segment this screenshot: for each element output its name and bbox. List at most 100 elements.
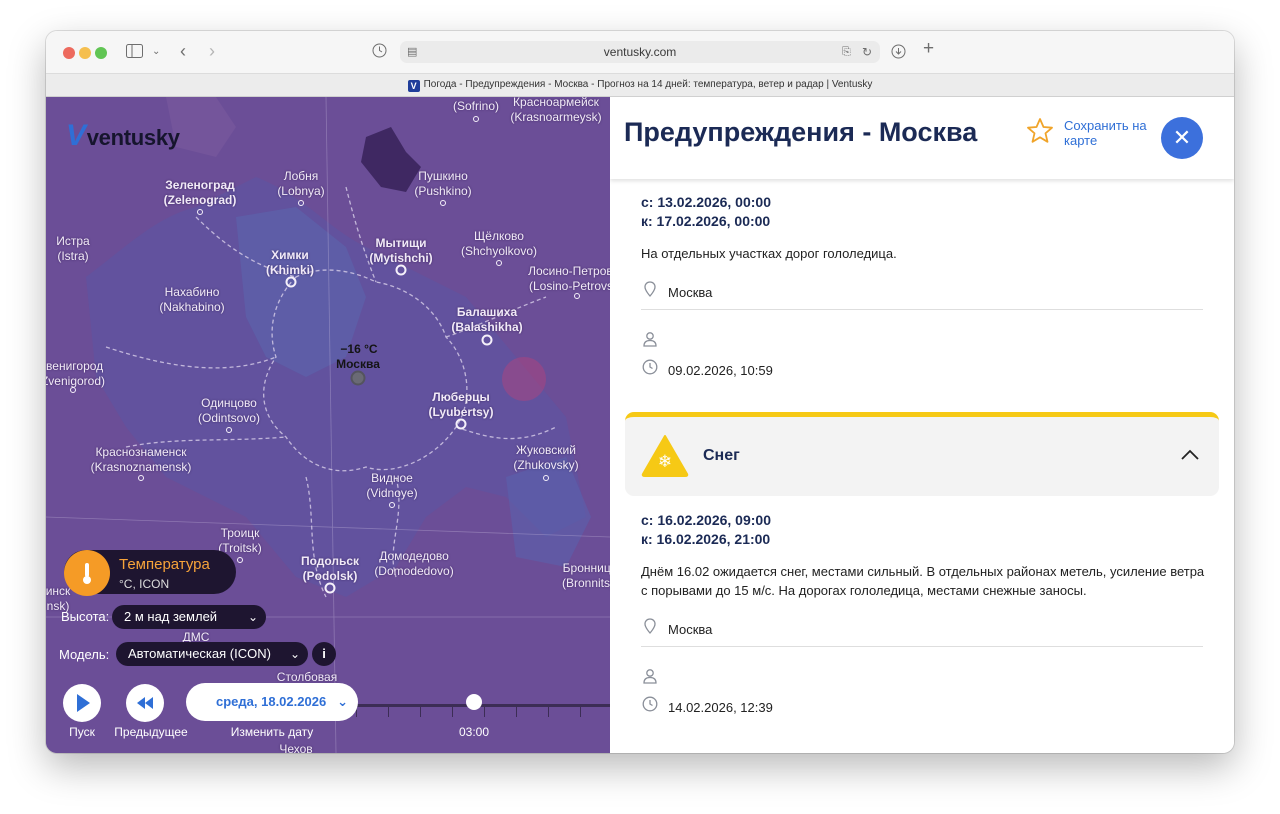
city-marker-zvenigorod[interactable] bbox=[70, 387, 76, 393]
city-marker-balashikha[interactable] bbox=[481, 334, 493, 346]
city-marker-vidnoye[interactable] bbox=[389, 502, 395, 508]
city-label-sofrino[interactable]: (Sofrino) bbox=[453, 99, 499, 114]
chevron-up-icon[interactable] bbox=[1181, 448, 1199, 466]
warning1-issued: 09.02.2026, 10:59 bbox=[641, 359, 773, 378]
city-label-zhukovsky[interactable]: Жуковский (Zhukovsky) bbox=[513, 443, 578, 473]
layer-name: Температура bbox=[119, 556, 210, 573]
moscow-marker[interactable] bbox=[350, 370, 366, 386]
star-icon[interactable] bbox=[1026, 117, 1054, 150]
new-tab-icon[interactable]: + bbox=[923, 39, 934, 58]
clock-icon bbox=[641, 359, 659, 378]
save-to-map-link[interactable]: Сохранить на карте bbox=[1064, 118, 1154, 148]
weather-map[interactable]: Vventusky (Sofrino) Красноармейск (Krasnoa… bbox=[46, 97, 610, 753]
browser-window: ⌄ ‹ › ▤ ventusky.com ⎘ ↻ + V Погода - Пре… bbox=[46, 31, 1234, 753]
layer-selector[interactable]: Температура °C, ICON bbox=[64, 550, 236, 596]
previous-button[interactable] bbox=[126, 684, 164, 722]
chevron-down-icon: ⌄ bbox=[289, 647, 300, 661]
city-label-losino[interactable]: Лосино-Петровск(Losino-Petrovsk) bbox=[528, 264, 610, 294]
close-window-button[interactable] bbox=[63, 47, 75, 59]
city-label-podolsk[interactable]: Подольск (Podolsk) bbox=[301, 554, 359, 584]
moscow-temp: −16 °C bbox=[340, 342, 378, 356]
date-picker[interactable]: среда, 18.02.2026 ⌄ bbox=[186, 683, 358, 721]
warning2-from: с: 16.02.2026, 09:00 bbox=[641, 512, 771, 528]
play-label: Пуск bbox=[69, 725, 95, 739]
city-marker-sofrino[interactable] bbox=[473, 116, 479, 122]
city-marker-shchyolkovo[interactable] bbox=[496, 260, 502, 266]
thermometer-icon bbox=[64, 550, 110, 596]
page-title: Предупреждения - Москва bbox=[624, 117, 978, 147]
city-label-chekhov[interactable]: Чехов bbox=[279, 742, 312, 753]
forward-icon[interactable]: › bbox=[209, 42, 215, 60]
close-panel-button[interactable]: ✕ bbox=[1161, 117, 1203, 159]
play-button[interactable] bbox=[63, 684, 101, 722]
city-label-balashikha[interactable]: Балашиха (Balashikha) bbox=[451, 305, 522, 335]
city-label-troitsk[interactable]: Троицк (Troitsk) bbox=[218, 526, 262, 556]
ventusky-favicon-icon: V bbox=[407, 80, 420, 92]
city-label-mytishchi[interactable]: Мытищи (Mytishchi) bbox=[369, 236, 432, 266]
info-icon[interactable]: i bbox=[312, 642, 336, 666]
city-label-lyubertsy[interactable]: Люберцы (Lyubertsy) bbox=[429, 390, 494, 420]
city-label-odintsovo[interactable]: Одинцово (Odintsovo) bbox=[198, 396, 260, 426]
back-icon[interactable]: ‹ bbox=[180, 42, 186, 60]
tab-title: Погода - Предупреждения - Москва - Прогн… bbox=[423, 79, 873, 90]
sidebar-toggle-icon[interactable] bbox=[126, 44, 143, 62]
city-label-vidnoye[interactable]: Видное (Vidnoye) bbox=[366, 471, 417, 501]
city-marker-lobnya[interactable] bbox=[298, 200, 304, 206]
warning2-to: к: 16.02.2026, 21:00 bbox=[641, 531, 771, 547]
timeline-ticks bbox=[356, 707, 610, 717]
warning1-location: Москва bbox=[641, 281, 712, 300]
city-label-domodedovo[interactable]: Домодедово (Domodedovo) bbox=[374, 549, 453, 579]
downloads-icon[interactable] bbox=[891, 44, 906, 63]
city-marker-troitsk[interactable] bbox=[237, 557, 243, 563]
timeline-handle[interactable] bbox=[466, 694, 482, 710]
city-label-shchyolkovo[interactable]: Щёлково (Shchyolkovo) bbox=[461, 229, 537, 259]
warning2-header[interactable]: ❄ Снег bbox=[625, 412, 1219, 496]
city-label-nakhabino[interactable]: Нахабино (Nakhabino) bbox=[159, 285, 224, 315]
city-marker-losino[interactable] bbox=[574, 293, 580, 299]
city-label-bronnitsy[interactable]: Бронницы(Bronnitsy) bbox=[562, 561, 610, 591]
city-marker-zhukovsky[interactable] bbox=[543, 475, 549, 481]
warning1-text: На отдельных участках дорог гололедица. bbox=[641, 246, 897, 261]
layer-units: °C, ICON bbox=[119, 577, 170, 591]
city-marker-krasnoznamensk[interactable] bbox=[138, 475, 144, 481]
city-label-zelenograd[interactable]: Зеленоград (Zelenograd) bbox=[164, 178, 237, 208]
translate-icon[interactable]: ⎘ bbox=[842, 44, 851, 60]
minimize-window-button[interactable] bbox=[79, 47, 91, 59]
browser-toolbar: ⌄ ‹ › ▤ ventusky.com ⎘ ↻ + bbox=[46, 31, 1234, 73]
city-label-khimki[interactable]: Химки (Khimki) bbox=[266, 248, 314, 278]
height-label: Высота: bbox=[61, 609, 110, 624]
city-label-krasnoznamensk[interactable]: Краснознаменск (Krasnoznamensk) bbox=[91, 445, 192, 475]
warning2-author bbox=[641, 668, 668, 687]
city-label-pushkino[interactable]: Пушкино (Pushkino) bbox=[414, 169, 471, 199]
city-label-krasnoarmeysk[interactable]: Красноармейск (Krasnoarmeysk) bbox=[510, 97, 601, 125]
height-select[interactable]: 2 м над землей ⌄ bbox=[112, 605, 266, 629]
chevron-down-icon[interactable]: ⌄ bbox=[152, 44, 160, 60]
address-bar[interactable]: ▤ ventusky.com ⎘ ↻ bbox=[400, 41, 880, 63]
snow-warning-icon: ❄ bbox=[641, 434, 689, 483]
model-select[interactable]: Автоматическая (ICON) ⌄ bbox=[116, 642, 308, 666]
city-label-zvenigorod[interactable]: Звенигород(Zvenigorod) bbox=[46, 359, 105, 389]
reload-icon[interactable]: ↻ bbox=[862, 44, 872, 60]
svg-text:❄: ❄ bbox=[658, 452, 672, 472]
city-marker-podolsk[interactable] bbox=[324, 582, 336, 594]
page-content: Vventusky (Sofrino) Красноармейск (Krasnoa… bbox=[46, 97, 1234, 753]
change-date-label: Изменить дату bbox=[230, 725, 314, 739]
warnings-panel: Предупреждения - Москва Сохранить на кар… bbox=[610, 97, 1234, 753]
chevron-down-icon: ⌄ bbox=[247, 610, 258, 624]
warning1-to: к: 17.02.2026, 00:00 bbox=[641, 213, 771, 229]
ventusky-logo[interactable]: Vventusky bbox=[66, 119, 180, 153]
clock-icon bbox=[641, 696, 659, 715]
city-marker-mytishchi[interactable] bbox=[395, 264, 407, 276]
city-label-istra[interactable]: Истра (Istra) bbox=[56, 234, 89, 264]
active-tab[interactable]: V Погода - Предупреждения - Москва - Прог… bbox=[46, 79, 1234, 92]
history-icon[interactable] bbox=[372, 43, 387, 62]
warning2-type: Снег bbox=[703, 447, 740, 464]
zoom-window-button[interactable] bbox=[95, 47, 107, 59]
city-label-lobnya[interactable]: Лобня (Lobnya) bbox=[277, 169, 324, 199]
city-marker-pushkino[interactable] bbox=[440, 200, 446, 206]
moscow-label: Москва bbox=[336, 357, 380, 371]
city-marker-zelenograd[interactable] bbox=[197, 209, 203, 215]
city-marker-lyubertsy[interactable] bbox=[455, 418, 467, 430]
city-marker-khimki[interactable] bbox=[285, 276, 297, 288]
city-marker-odintsovo[interactable] bbox=[226, 427, 232, 433]
